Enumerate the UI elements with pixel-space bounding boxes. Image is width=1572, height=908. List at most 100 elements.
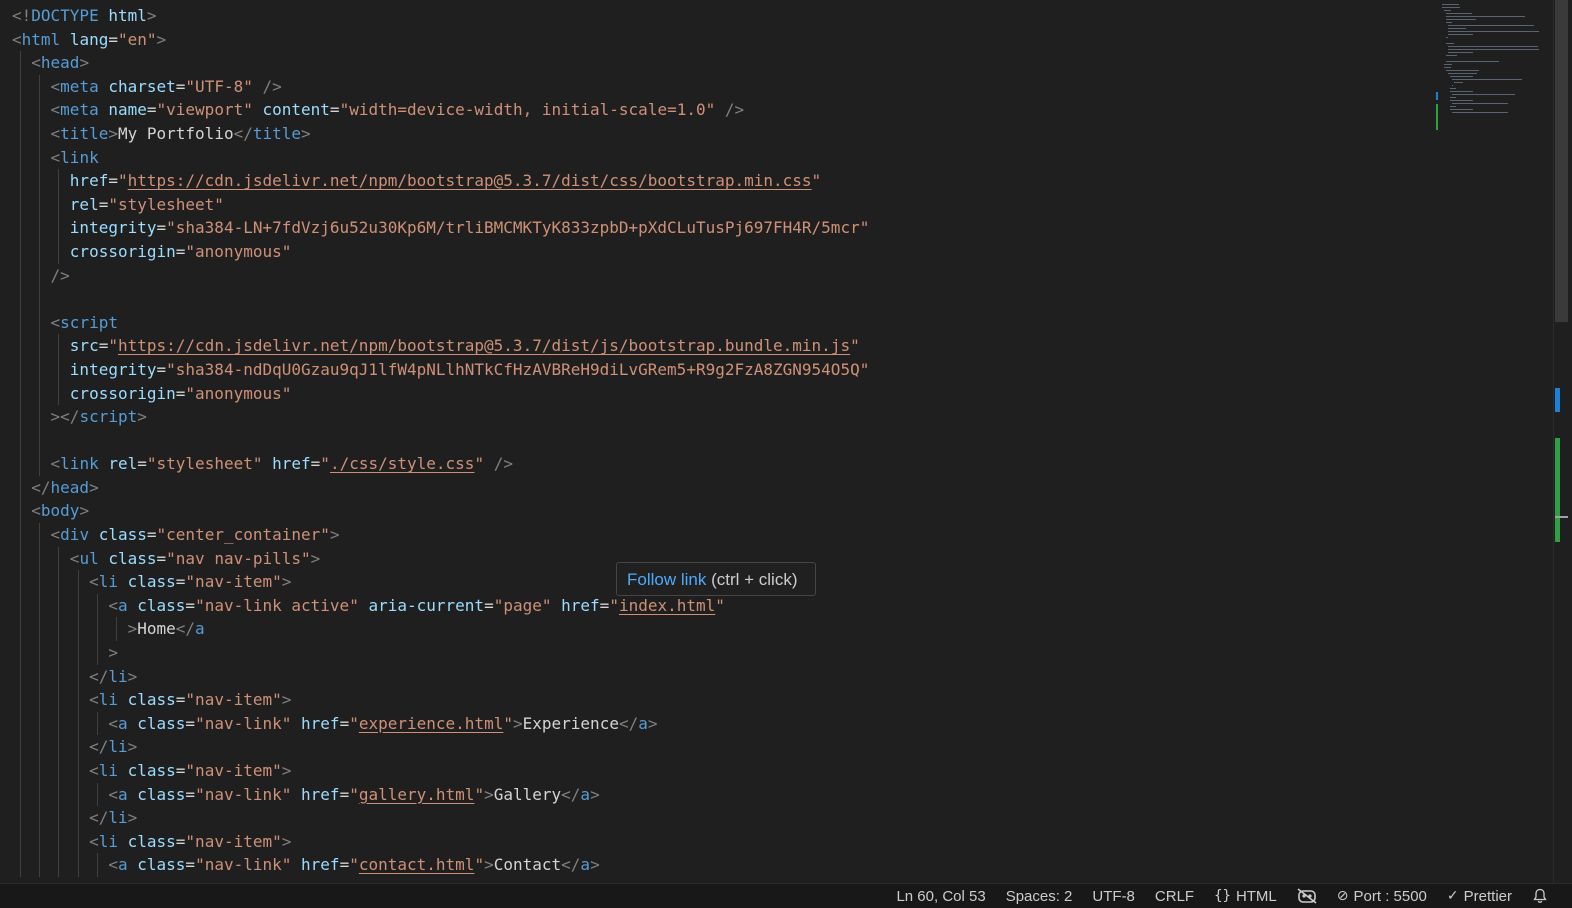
indent-guide bbox=[20, 735, 21, 759]
code-line[interactable]: <meta charset="UTF-8" /> bbox=[12, 74, 1422, 99]
code-token: "nav-item" bbox=[185, 572, 282, 592]
code-line[interactable]: <!DOCTYPE html> bbox=[12, 4, 1422, 28]
indentation-status[interactable]: Spaces: 2 bbox=[996, 884, 1083, 908]
code-token: = bbox=[108, 29, 118, 49]
code-link[interactable]: gallery.html bbox=[359, 785, 475, 804]
scrollbar-thumb[interactable] bbox=[1555, 0, 1568, 322]
code-token: integrity bbox=[69, 359, 157, 379]
code-token: DOCTYPE bbox=[31, 6, 99, 25]
indent-guide bbox=[77, 711, 79, 736]
indent-guide bbox=[39, 169, 41, 193]
live-server-port[interactable]: ⊘ Port : 5500 bbox=[1327, 884, 1437, 908]
encoding-status[interactable]: UTF-8 bbox=[1082, 884, 1145, 908]
code-line[interactable]: <title>My Portfolio</title> bbox=[12, 121, 1422, 146]
code-token: > bbox=[127, 808, 138, 828]
code-token: > bbox=[301, 123, 311, 143]
code-token: li bbox=[98, 572, 118, 592]
code-link[interactable]: index.html bbox=[619, 596, 715, 615]
code-line[interactable]: </li> bbox=[12, 735, 1422, 759]
code-token: a bbox=[638, 713, 648, 733]
code-token: = bbox=[156, 359, 167, 379]
indent-guide bbox=[20, 641, 21, 665]
code-line[interactable]: <link rel="stylesheet" href="./css/style… bbox=[12, 452, 1422, 476]
code-line[interactable]: <meta name="viewport" content="width=dev… bbox=[12, 98, 1422, 122]
code-line[interactable]: <li class="nav-item"> bbox=[12, 688, 1422, 712]
prettier-status[interactable]: ✓ Prettier bbox=[1437, 884, 1522, 908]
code-link[interactable]: https://cdn.jsdelivr.net/npm/bootstrap@5… bbox=[118, 336, 850, 355]
code-token: > bbox=[281, 831, 292, 851]
code-link[interactable]: https://cdn.jsdelivr.net/npm/bootstrap@5… bbox=[128, 171, 812, 190]
indent-guide bbox=[39, 782, 41, 807]
code-line[interactable]: </li> bbox=[12, 806, 1422, 830]
minimap-line bbox=[1450, 109, 1474, 110]
cursor-position[interactable]: Ln 60, Col 53 bbox=[886, 884, 995, 908]
indent-guide bbox=[39, 98, 41, 122]
indent-guide bbox=[77, 759, 79, 783]
indent-guide bbox=[20, 98, 21, 122]
code-token: < bbox=[108, 855, 118, 875]
code-line[interactable]: /> bbox=[12, 263, 1422, 288]
code-line[interactable]: <script bbox=[12, 310, 1422, 335]
code-token: = bbox=[175, 572, 186, 592]
minimap-line bbox=[1446, 37, 1449, 38]
code-line[interactable]: src="https://cdn.jsdelivr.net/npm/bootst… bbox=[12, 334, 1422, 358]
code-line[interactable]: integrity="sha384-LN+7fdVzj6u52u30Kp6M/t… bbox=[12, 216, 1422, 240]
code-link[interactable]: experience.html bbox=[359, 714, 504, 733]
code-line[interactable]: rel="stylesheet" bbox=[12, 192, 1422, 217]
follow-link-text[interactable]: Follow link bbox=[627, 570, 706, 589]
vertical-scrollbar[interactable] bbox=[1553, 0, 1568, 883]
code-line[interactable]: <a class="nav-link active" aria-current=… bbox=[12, 593, 1422, 618]
indent-guide bbox=[39, 381, 41, 406]
copilot-status[interactable] bbox=[1287, 884, 1327, 908]
code-line[interactable]: integrity="sha384-ndDqU0Gzau9qJ1lfW4pNLl… bbox=[12, 357, 1422, 382]
indentation bbox=[12, 124, 51, 143]
indent-guide bbox=[58, 688, 60, 712]
minimap-line bbox=[1452, 85, 1454, 86]
indent-guide bbox=[39, 452, 41, 476]
minimap-line bbox=[1452, 94, 1515, 95]
scrollbar-cursor-marker bbox=[1555, 516, 1568, 518]
code-token: "nav-item" bbox=[185, 761, 282, 780]
code-line[interactable]: <link bbox=[12, 145, 1422, 170]
eol-status[interactable]: CRLF bbox=[1145, 884, 1204, 908]
code-line[interactable]: <a class="nav-link" href="experience.htm… bbox=[12, 711, 1422, 736]
code-token: Home bbox=[137, 619, 176, 639]
code-line[interactable]: <head> bbox=[12, 51, 1422, 75]
code-line[interactable]: <li class="nav-item"> bbox=[12, 759, 1422, 783]
code-line[interactable]: <a class="nav-link" href="gallery.html">… bbox=[12, 782, 1422, 807]
code-line[interactable]: <body> bbox=[12, 499, 1422, 524]
code-line[interactable]: <div class="center_container"> bbox=[12, 523, 1422, 547]
code-token: div bbox=[60, 525, 90, 545]
code-line[interactable]: > bbox=[12, 641, 1422, 665]
notifications[interactable] bbox=[1522, 884, 1558, 908]
code-line[interactable]: crossorigin="anonymous" bbox=[12, 239, 1422, 264]
code-line[interactable]: </li> bbox=[12, 664, 1422, 689]
code-line[interactable] bbox=[12, 428, 1422, 453]
indent-guide bbox=[58, 759, 60, 783]
code-line[interactable]: ></script> bbox=[12, 405, 1422, 429]
minimap-line bbox=[1450, 100, 1474, 101]
code-line[interactable]: </head> bbox=[12, 475, 1422, 500]
code-line[interactable]: <a class="nav-link" href="contact.html">… bbox=[12, 853, 1422, 877]
code-line[interactable]: <html lang="en"> bbox=[12, 28, 1422, 52]
minimap-line bbox=[1448, 28, 1466, 29]
code-editor[interactable]: <!DOCTYPE html> <html lang="en"> <head> <… bbox=[0, 0, 1572, 883]
code-link[interactable]: ./css/style.css bbox=[330, 454, 475, 473]
code-token: > bbox=[156, 29, 167, 49]
code-line[interactable]: >Home</a bbox=[12, 617, 1422, 642]
code-link[interactable]: contact.html bbox=[359, 855, 475, 874]
code-line[interactable]: crossorigin="anonymous" bbox=[12, 381, 1422, 406]
code-line[interactable]: href="https://cdn.jsdelivr.net/npm/boots… bbox=[12, 169, 1422, 193]
code-token: class bbox=[127, 572, 176, 592]
minimap-line bbox=[1450, 76, 1474, 77]
language-mode[interactable]: {} HTML bbox=[1204, 884, 1287, 908]
code-line[interactable]: <li class="nav-item"> bbox=[12, 829, 1422, 854]
indent-guide bbox=[77, 570, 79, 594]
code-lines[interactable]: <!DOCTYPE html> <html lang="en"> <head> <… bbox=[12, 4, 1422, 877]
code-token: " bbox=[349, 713, 359, 733]
code-line[interactable] bbox=[12, 287, 1422, 311]
minimap[interactable] bbox=[1436, 0, 1553, 140]
